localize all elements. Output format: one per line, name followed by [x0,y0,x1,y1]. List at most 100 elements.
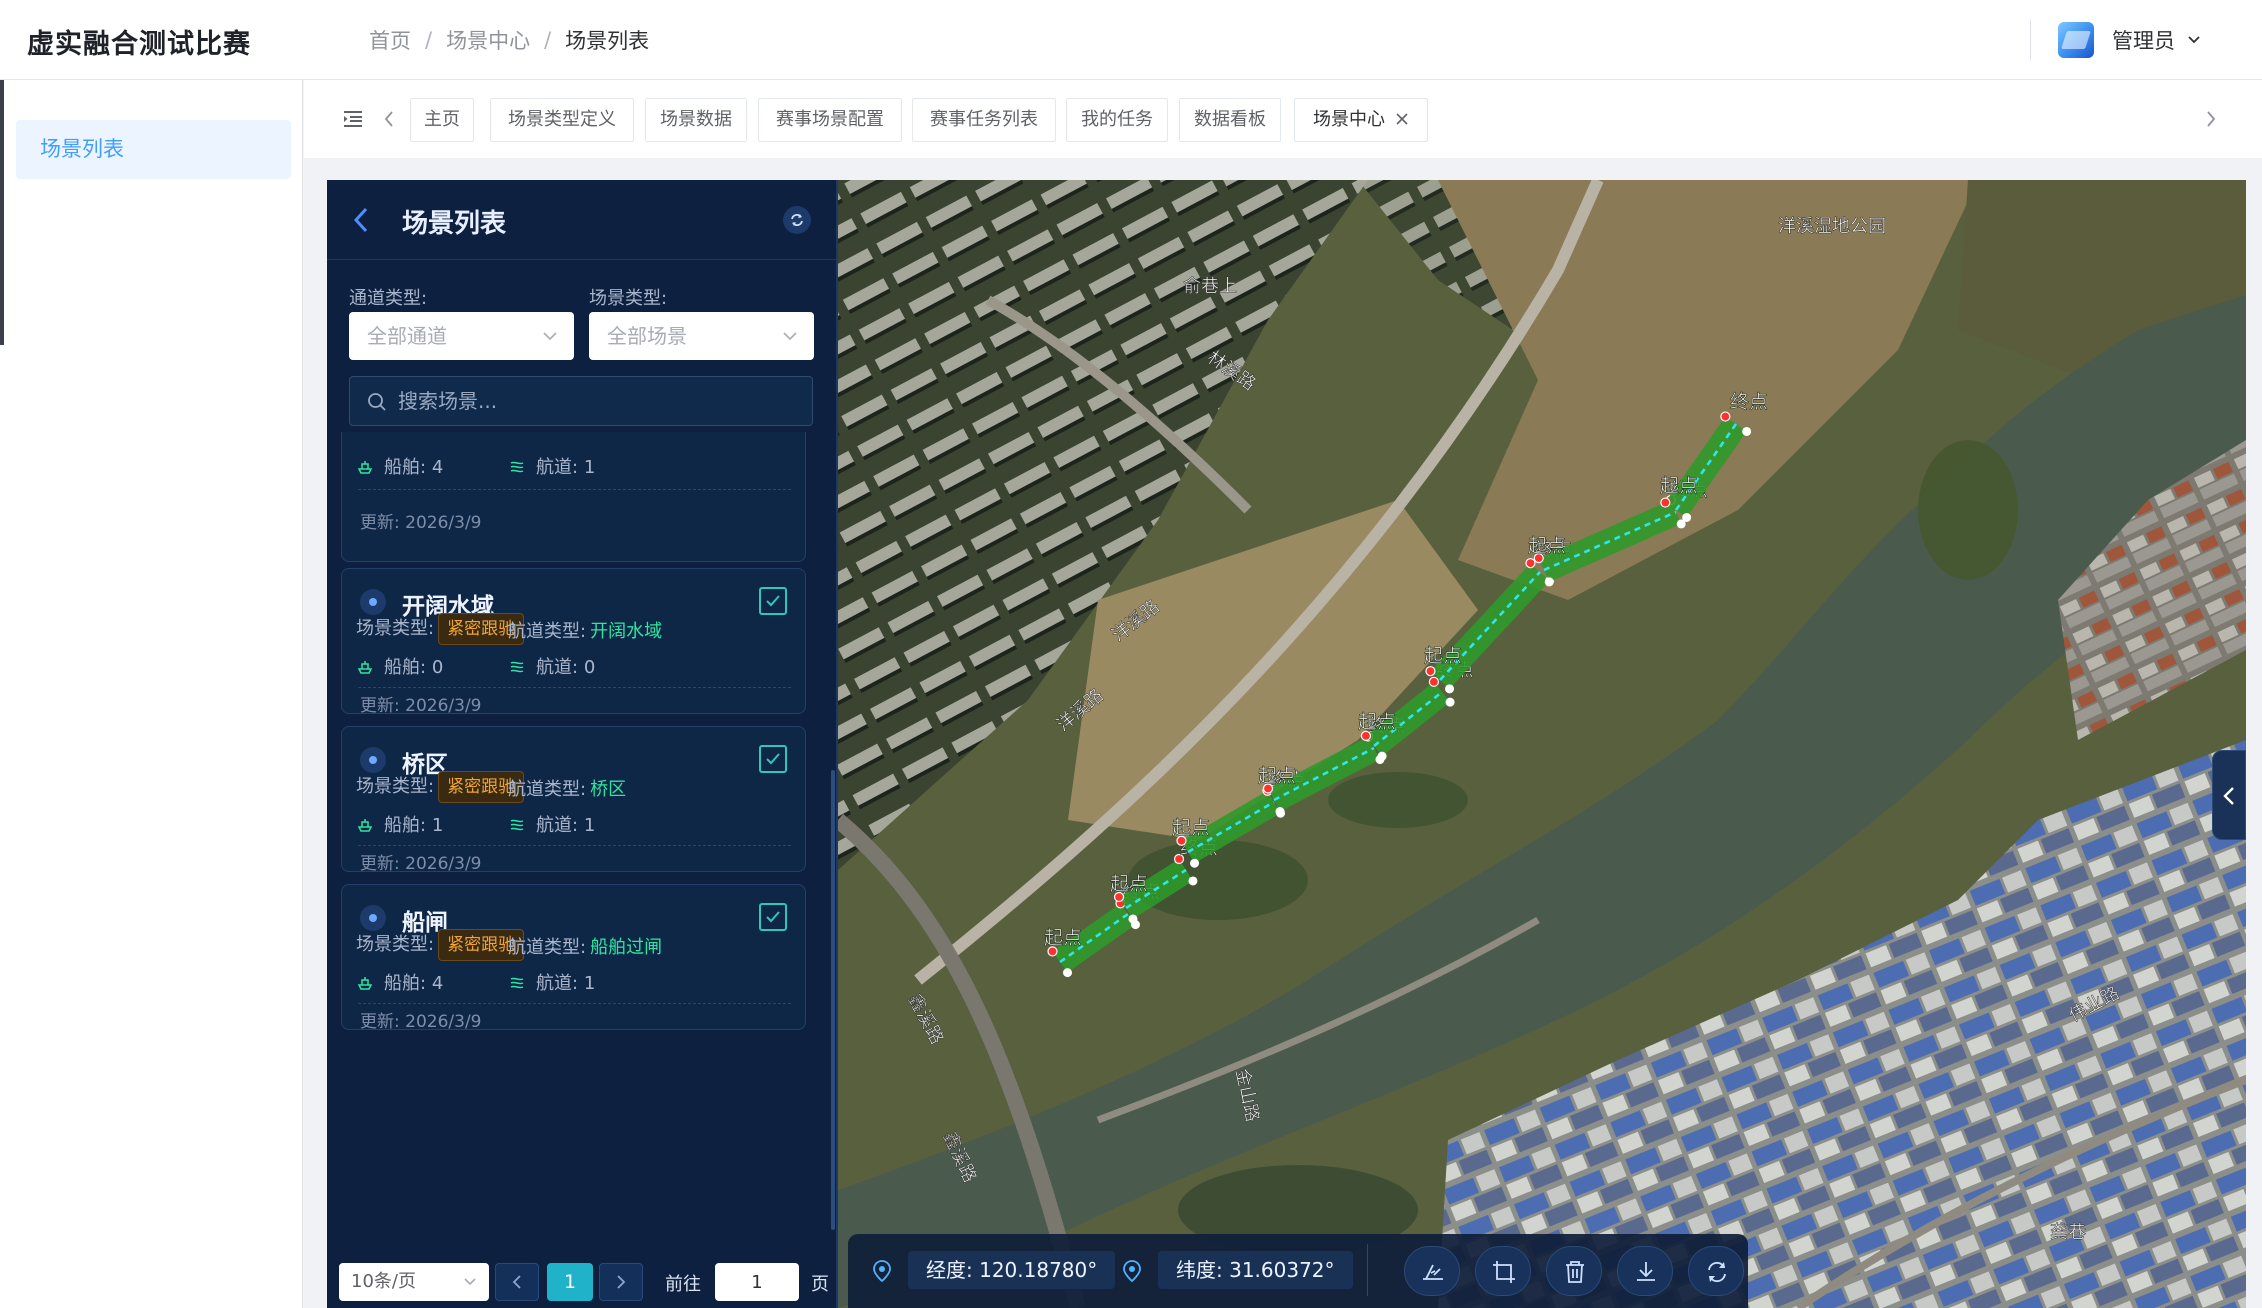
ships-value: 0 [431,657,444,678]
card-divider [358,845,791,846]
breadcrumb-separator: / [425,28,433,52]
ship-count: 船舶: 4 [356,969,443,995]
tab-scene-type-definition[interactable]: 场景类型定义 [490,98,634,142]
map-place-label: 俞巷上 [1183,276,1237,297]
app-title: 虚实融合测试比赛 [27,29,251,60]
delete-button[interactable] [1546,1246,1602,1296]
tab-home[interactable]: 主页 [410,98,474,142]
waypoint-marker [1682,512,1692,522]
right-panel-toggle[interactable] [2212,750,2246,840]
tab-my-tasks[interactable]: 我的任务 [1066,98,1168,142]
breadcrumb: 首页 / 场景中心 / 场景列表 [369,25,649,55]
scene-checkbox[interactable] [759,745,787,773]
tab-scene-data[interactable]: 场景数据 [645,98,747,142]
avatar[interactable] [2058,22,2094,58]
longitude-value: 经度: 120.18780° [908,1251,1116,1289]
waypoint-start-label: 起点 [1172,817,1210,839]
tabs-scroll-right-icon[interactable] [2204,110,2218,128]
breadcrumb-home[interactable]: 首页 [369,25,411,55]
scene-icon [360,747,386,773]
waypoint-marker [1720,411,1731,422]
page-number-current[interactable]: 1 [547,1263,593,1301]
goto-page-input[interactable] [715,1263,799,1301]
map-toolbar: 经度: 120.18780° 纬度: 31.60372° [848,1234,1748,1308]
map-place-label: 洋溪湿地公园 [1778,216,1886,237]
waypoint-marker [1275,807,1285,817]
sidebar-item-scene-list[interactable]: 场景列表 [16,120,291,179]
back-icon[interactable] [351,205,371,235]
scene-type-select[interactable]: 全部场景 [589,312,814,360]
chevron-down-icon[interactable] [2187,33,2201,47]
scene-type: 场景类型: 紧密跟驰 [356,929,525,961]
waypoint-marker [1377,751,1387,761]
user-name[interactable]: 管理员 [2112,25,2175,55]
channel-type: 航道类型: 船舶过闸 [508,933,662,959]
panel-header: 场景列表 [327,180,836,260]
channel-count: 航道: 1 [508,453,595,479]
channels-value: 1 [583,457,596,478]
breadcrumb-scene-center[interactable]: 场景中心 [446,25,530,55]
updated-date: 更新: 2026/3/9 [360,696,482,716]
scene-type-label: 场景类型: [356,934,435,955]
updated-date: 更新: 2026/3/9 [360,513,482,533]
map-place-label: 龚巷 [2050,1222,2086,1243]
top-header: 虚实融合测试比赛 首页 / 场景中心 / 场景列表 管理员 [0,0,2262,80]
scene-card[interactable]: 桥区 场景类型: 紧密跟驰 航道类型: 桥区 船舶: 1 航道: 1 更新: 202… [341,726,806,874]
check-icon [766,911,780,923]
channels-value: 1 [583,815,596,836]
scene-card[interactable]: 船闸 场景类型: 紧密跟驰 航道类型: 船舶过闸 船舶: 4 航道: 1 更新: 2… [341,884,806,1032]
ships-label: 船舶: [384,973,427,994]
waypoint-marker [1190,858,1200,868]
download-icon [1637,1262,1655,1281]
tabs-scroll-left-icon[interactable] [382,110,396,128]
chevron-down-icon [783,332,797,341]
channels-label: 航道: [536,973,579,994]
refresh-button[interactable] [783,206,811,234]
channel-type-label: 通道类型: [349,288,428,309]
next-page-button[interactable] [599,1263,643,1301]
scene-card[interactable]: 船舶: 4 航道: 1 更新: 2026/3/9 [341,432,806,562]
map-canvas[interactable]: 起点终点起点终点起点终点起点终点起点终点起点终点起点终点起点终点 洋溪湿地公园俞… [838,180,2246,1308]
prev-page-button[interactable] [495,1263,539,1301]
scene-card[interactable]: 开阔水域 场景类型: 紧密跟驰 航道类型: 开阔水域 船舶: 0 航道: 0 更新:… [341,568,806,716]
scene-search[interactable] [349,376,813,426]
waypoint-start-label: 起点 [1424,645,1462,667]
scene-checkbox[interactable] [759,587,787,615]
card-divider [358,489,791,490]
tab-scene-center[interactable]: 场景中心 [1294,98,1428,142]
page-size-value: 10条/页 [351,1271,416,1292]
header-divider [2030,20,2031,60]
channel-type-select[interactable]: 全部通道 [349,312,574,360]
crop-button[interactable] [1475,1246,1531,1296]
download-button[interactable] [1617,1246,1673,1296]
user-menu[interactable]: 管理员 [2058,18,2201,62]
close-icon[interactable] [1395,112,1409,126]
scene-checkbox[interactable] [759,903,787,931]
scene-icon [360,589,386,615]
ships-value: 4 [431,973,444,994]
waypoint-marker [1128,914,1138,924]
search-input[interactable] [398,377,798,425]
page-size-select[interactable]: 10条/页 [339,1263,489,1301]
waypoint-start-label: 起点 [1528,535,1566,557]
scene-type-value: 全部场景 [607,324,687,348]
channel-icon [510,461,524,473]
tab-event-scene-config[interactable]: 赛事场景配置 [758,98,902,142]
tab-data-dashboard[interactable]: 数据看板 [1179,98,1281,142]
panel-title: 场景列表 [402,209,507,239]
ship-count: 船舶: 1 [356,811,443,837]
tab-event-task-list[interactable]: 赛事任务列表 [912,98,1056,142]
measure-button[interactable] [1404,1246,1460,1296]
waypoint-start-label: 起点 [1258,765,1296,787]
channels-value: 1 [583,973,596,994]
channel-type-value: 全部通道 [367,324,447,348]
reset-view-button[interactable] [1688,1246,1744,1296]
sidebar-edge [0,80,4,345]
ship-icon [357,461,373,474]
list-scrollbar[interactable] [831,770,835,1230]
satellite-map[interactable]: 起点终点起点终点起点终点起点终点起点终点起点终点起点终点起点终点 洋溪湿地公园俞… [838,180,2246,1308]
ships-value: 1 [431,815,444,836]
crop-icon [1493,1261,1515,1283]
ship-icon [357,661,373,674]
menu-fold-icon[interactable] [342,108,364,130]
